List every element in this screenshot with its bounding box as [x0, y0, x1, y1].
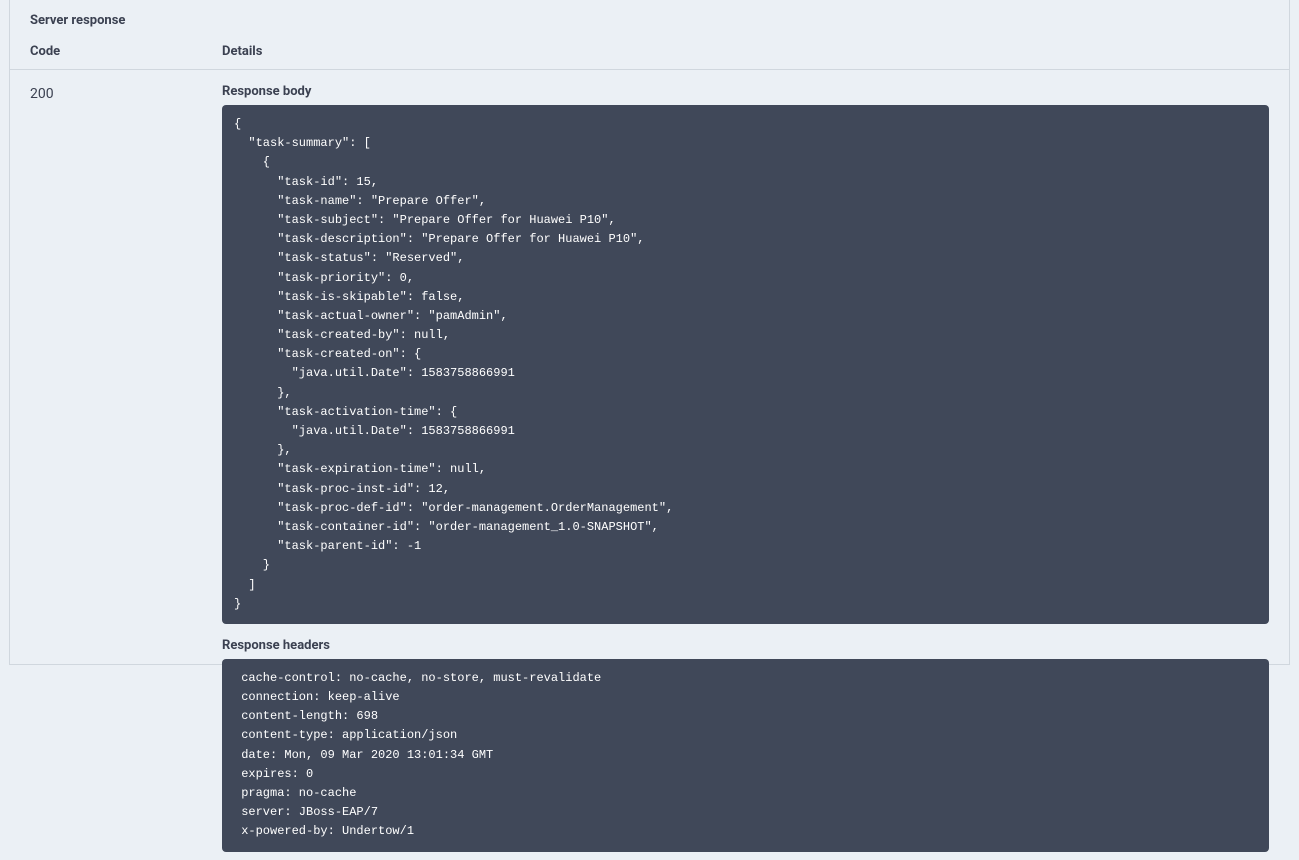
- status-code: 200: [30, 84, 222, 860]
- header-details: Details: [222, 44, 1269, 59]
- response-body-block[interactable]: { "task-summary": [ { "task-id": 15, "ta…: [222, 105, 1269, 624]
- details-content: Response body { "task-summary": [ { "tas…: [222, 84, 1269, 860]
- table-header-row: Code Details: [10, 36, 1289, 70]
- response-headers-label: Response headers: [222, 638, 1269, 653]
- section-title: Server response: [10, 0, 1289, 36]
- server-response-panel: Server response Code Details 200 Respons…: [9, 0, 1290, 665]
- response-body-label: Response body: [222, 84, 1269, 99]
- response-row: 200 Response body { "task-summary": [ { …: [10, 70, 1289, 860]
- response-headers-block[interactable]: cache-control: no-cache, no-store, must-…: [222, 659, 1269, 852]
- header-code: Code: [30, 44, 222, 59]
